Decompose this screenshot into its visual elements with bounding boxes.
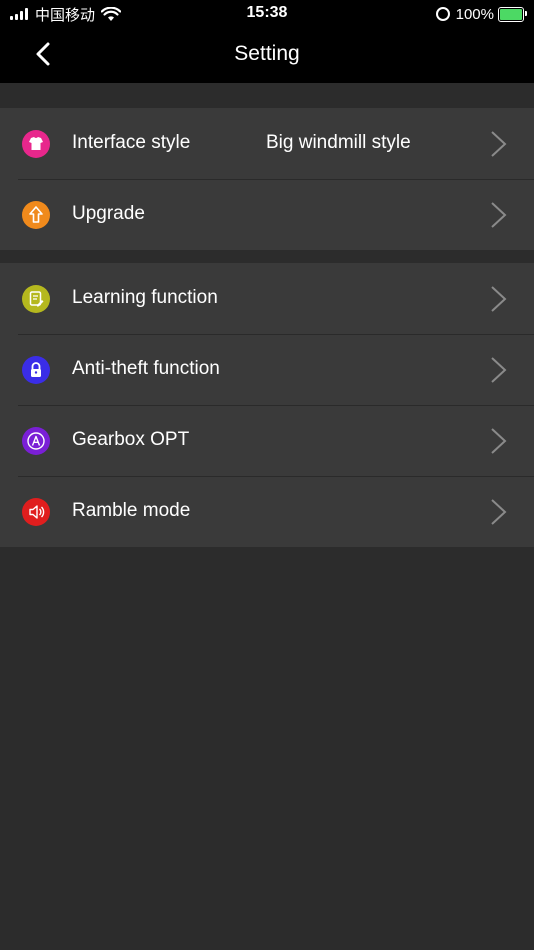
chevron-right-icon	[491, 499, 507, 525]
settings-group-1: Interface style Big windmill style Upgra…	[0, 108, 534, 250]
status-bar: 中国移动 15:38 100%	[0, 0, 534, 28]
row-label: Anti-theft function	[72, 358, 220, 379]
speaker-icon	[22, 498, 50, 526]
chevron-right-icon	[491, 286, 507, 312]
shirt-icon	[22, 130, 50, 158]
settings-group-2: Learning function Anti-theft function Ge…	[0, 263, 534, 547]
row-label: Learning function	[72, 287, 218, 308]
learning-icon	[22, 285, 50, 313]
upgrade-arrow-icon	[22, 201, 50, 229]
settings-screen: 中国移动 15:38 100% Setting Interface style …	[0, 0, 534, 950]
chevron-right-icon	[491, 202, 507, 228]
orientation-lock-icon	[435, 7, 450, 21]
chevron-right-icon	[491, 357, 507, 383]
chevron-right-icon	[491, 428, 507, 454]
interface-style-value: Big windmill style	[266, 132, 411, 153]
lock-icon	[22, 356, 50, 384]
row-label: Upgrade	[72, 203, 145, 224]
gearbox-opt-row[interactable]: Gearbox OPT	[0, 405, 534, 476]
page-title: Setting	[234, 42, 300, 65]
chevron-right-icon	[491, 131, 507, 157]
anti-theft-row[interactable]: Anti-theft function	[0, 334, 534, 405]
row-label: Ramble mode	[72, 500, 191, 521]
nav-bar: Setting	[0, 28, 534, 83]
upgrade-row[interactable]: Upgrade	[0, 179, 534, 250]
row-label: Interface style	[72, 132, 191, 153]
interface-style-row[interactable]: Interface style Big windmill style	[0, 108, 534, 179]
status-right: 100%	[435, 4, 527, 24]
gearbox-a-icon	[22, 427, 50, 455]
ramble-mode-row[interactable]: Ramble mode	[0, 476, 534, 547]
battery-percent: 100%	[455, 5, 494, 23]
row-label: Gearbox OPT	[72, 429, 190, 450]
battery-icon	[498, 6, 527, 22]
learning-function-row[interactable]: Learning function	[0, 263, 534, 334]
